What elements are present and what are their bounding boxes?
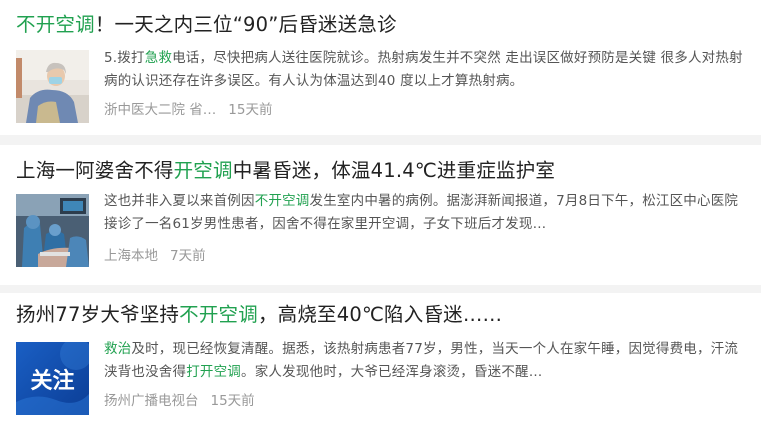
news-source[interactable]: 上海本地 — [104, 248, 158, 264]
guanzhu-badge-thumbnail[interactable]: 关注 — [16, 342, 89, 415]
news-feed: 不开空调！一天之内三位“90”后昏迷送急诊 5.拨打急救电话，尽快把病人送往医院… — [0, 0, 761, 432]
hospital-photo-icon — [16, 194, 89, 267]
news-title[interactable]: 扬州77岁大爷坚持不开空调，高烧至40℃陷入昏迷…… — [16, 305, 502, 325]
news-title[interactable]: 上海一阿婆舍不得开空调中暑昏迷，体温41.4℃进重症监护室 — [16, 161, 555, 181]
news-card[interactable]: 扬州77岁大爷坚持不开空调，高烧至40℃陷入昏迷…… 关注 救治及时，现已经恢复… — [0, 293, 761, 432]
title-text: 中暑昏迷，体温41.4℃进重症监护室 — [232, 159, 556, 182]
news-snippet: 5.拨打急救电话，尽快把病人送往医院就诊。热射病发生并不突然 走出误区做好预防是… — [104, 47, 744, 93]
badge-text: 关注 — [30, 368, 74, 394]
patient-photo-icon — [16, 50, 89, 123]
news-snippet: 这也并非入夏以来首例因不开空调发生室内中暑的病例。据澎湃新闻报道，7月8日下午，… — [104, 190, 744, 236]
news-time: 7天前 — [170, 248, 206, 264]
news-card[interactable]: 上海一阿婆舍不得开空调中暑昏迷，体温41.4℃进重症监护室 这也并非入夏以来首例… — [0, 145, 761, 285]
snippet-highlight: 急救 — [144, 50, 173, 66]
news-meta: 浙中医大二院 省… 15天前 — [104, 102, 273, 118]
title-highlight: 开空调 — [173, 159, 233, 182]
news-time: 15天前 — [210, 393, 255, 409]
title-text: ，高烧至40℃陷入昏迷…… — [257, 303, 503, 326]
hospital-photo-thumbnail[interactable] — [16, 194, 89, 267]
news-source[interactable]: 浙中医大二院 省… — [104, 102, 216, 118]
snippet-highlight: 救治 — [104, 341, 132, 357]
news-snippet: 救治及时，现已经恢复清醒。据悉，该热射病患者77岁，男性，当天一个人在家午睡，因… — [104, 338, 744, 384]
news-meta: 上海本地 7天前 — [104, 248, 206, 264]
snippet-text: 。家人发现他时，大爷已经浑身滚烫，昏迷不醒… — [241, 364, 543, 380]
title-text: 上海一阿婆舍不得 — [16, 159, 174, 182]
title-text: ！一天之内三位“90”后昏迷送急诊 — [94, 13, 397, 36]
title-text: 扬州77岁大爷坚持 — [16, 303, 180, 326]
news-source[interactable]: 扬州广播电视台 — [104, 393, 199, 409]
patient-photo-thumbnail[interactable] — [16, 50, 89, 123]
snippet-highlight: 不开空调 — [254, 193, 310, 209]
news-title[interactable]: 不开空调！一天之内三位“90”后昏迷送急诊 — [16, 15, 397, 35]
news-time: 15天前 — [228, 102, 273, 118]
news-meta: 扬州广播电视台 15天前 — [104, 393, 255, 409]
guanzhu-badge-icon: 关注 — [16, 342, 89, 415]
snippet-text: 这也并非入夏以来首例因 — [104, 193, 255, 209]
snippet-highlight: 打开空调 — [186, 364, 242, 380]
title-highlight: 不开空调 — [16, 13, 95, 36]
news-card[interactable]: 不开空调！一天之内三位“90”后昏迷送急诊 5.拨打急救电话，尽快把病人送往医院… — [0, 0, 761, 135]
snippet-text: 电话，尽快把病人送往医院就诊。热射病发生并不突然 走出误区做好预防是关键 很多人… — [104, 50, 743, 89]
snippet-text: 5.拨打 — [104, 50, 145, 66]
title-highlight: 不开空调 — [179, 303, 258, 326]
